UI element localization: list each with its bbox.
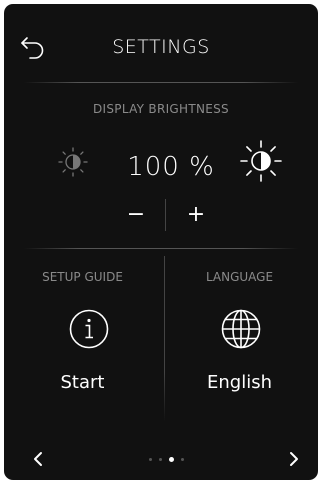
globe-icon <box>220 308 262 354</box>
brightness-low-icon[interactable] <box>56 145 90 183</box>
page-dot <box>148 457 152 461</box>
language-label: LANGUAGE <box>205 270 274 284</box>
setup-guide-tile[interactable]: SETUP GUIDE Start <box>4 252 161 422</box>
header-divider <box>24 82 298 83</box>
setup-guide-label: SETUP GUIDE <box>42 270 123 284</box>
brightness-high-icon[interactable] <box>238 138 284 188</box>
page-indicator <box>144 455 188 463</box>
language-value[interactable]: English <box>161 372 318 393</box>
setup-guide-start[interactable]: Start <box>4 372 161 393</box>
chevron-left-icon <box>34 452 42 466</box>
brightness-increase-button[interactable]: + <box>176 198 216 232</box>
page-title: SETTINGS <box>112 36 210 58</box>
info-icon <box>68 308 110 354</box>
brightness-value: 100 % <box>127 152 215 182</box>
settings-screen: SETTINGS DISPLAY BRIGHTNESS 100 % − + SE… <box>4 4 318 480</box>
previous-page-button[interactable] <box>24 444 54 474</box>
page-dot <box>158 457 162 461</box>
next-page-button[interactable] <box>278 444 308 474</box>
brightness-decrease-button[interactable]: − <box>116 198 156 232</box>
chevron-right-icon <box>290 452 298 466</box>
stepper-divider <box>165 199 166 231</box>
language-tile[interactable]: LANGUAGE English <box>161 252 318 422</box>
page-dot <box>180 457 184 461</box>
section-divider <box>24 248 298 249</box>
brightness-label: DISPLAY BRIGHTNESS <box>93 102 229 116</box>
page-dot-active <box>168 456 174 462</box>
